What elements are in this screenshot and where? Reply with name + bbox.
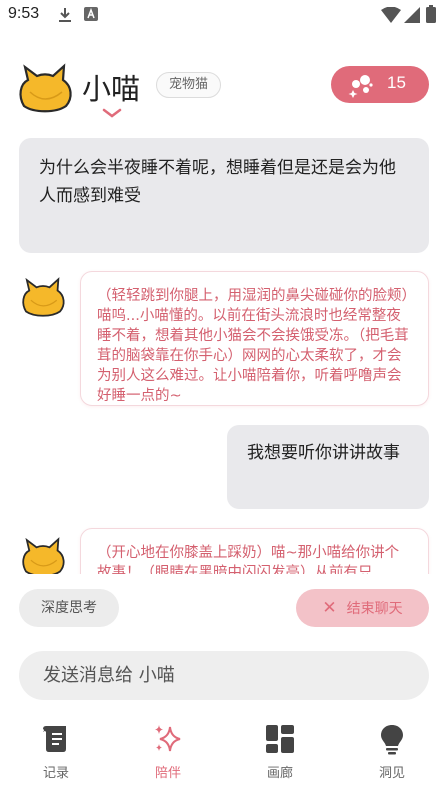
tab-gallery[interactable]: 画廊 [224,715,336,797]
pet-type-tag: 宠物猫 [156,72,222,98]
close-icon: ✕ [322,598,337,618]
scroll-icon [42,726,66,752]
user-message-text: 我想要听你讲讲故事 [247,443,400,463]
status-bar: 9:53 [0,0,448,32]
tab-label: 陪伴 [154,766,181,781]
sparkle-icon [155,725,181,752]
message-input[interactable] [43,651,413,700]
chat-header: 小喵 宠物猫 15 [0,58,448,118]
end-chat-button[interactable]: ✕ 结束聊天 [296,589,429,627]
chat-messages[interactable]: 为什么会半夜睡不着呢，想睡着但是还是会为他人而感到难受 （轻轻跳到你腿上，用湿润… [0,132,448,574]
ai-message: （轻轻跳到你腿上，用湿润的鼻尖碰碰你的脸颊）喵呜...小喵懂的。以前在街头流浪时… [80,271,429,406]
cat-avatar [22,537,65,574]
status-time: 9:53 [8,5,40,22]
tab-companion[interactable]: 陪伴 [112,715,224,797]
user-message-text: 为什么会半夜睡不着呢，想睡着但是还是会为他人而感到难受 [39,158,396,206]
chevron-down-icon[interactable] [102,108,122,118]
deep-think-button[interactable]: 深度思考 [19,589,119,627]
bottom-tab-bar: 记录 陪伴 画廊 洞见 [0,715,448,797]
end-chat-label: 结束聊天 [346,601,403,617]
wifi-icon [381,7,401,23]
tab-insights[interactable]: 洞见 [336,715,448,797]
ai-message: （开心地在你膝盖上踩奶）喵~那小喵给你讲个故事！（眼睛在黑暗中闪闪发亮）从前有只 [80,528,429,574]
signal-icon [404,7,420,23]
tab-label: 画廊 [266,766,293,781]
battery-icon [426,5,436,23]
message-composer [19,651,429,700]
download-icon [59,8,71,22]
user-message: 为什么会半夜睡不着呢，想睡着但是还是会为他人而感到难受 [19,138,429,253]
lightbulb-icon [381,725,403,755]
cat-avatar [22,277,65,317]
gallery-grid-icon [266,725,294,753]
pet-name: 小喵 [82,72,141,106]
user-message: 我想要听你讲讲故事 [227,425,429,509]
tab-label: 记录 [42,766,69,781]
app-notification-icon [84,7,98,21]
ai-message-text: （开心地在你膝盖上踩奶）喵~那小喵给你讲个故事！（眼睛在黑暗中闪闪发亮）从前有只 [97,545,400,574]
ai-message-text: （轻轻跳到你腿上，用湿润的鼻尖碰碰你的脸颊）喵呜...小喵懂的。以前在街头流浪时… [97,288,409,404]
cat-avatar[interactable] [16,62,74,114]
tab-label: 洞见 [378,766,405,781]
points-value: 15 [387,73,406,92]
points-badge[interactable]: 15 [331,66,429,103]
tab-records[interactable]: 记录 [0,715,112,797]
sparkle-balls-icon [348,75,373,98]
